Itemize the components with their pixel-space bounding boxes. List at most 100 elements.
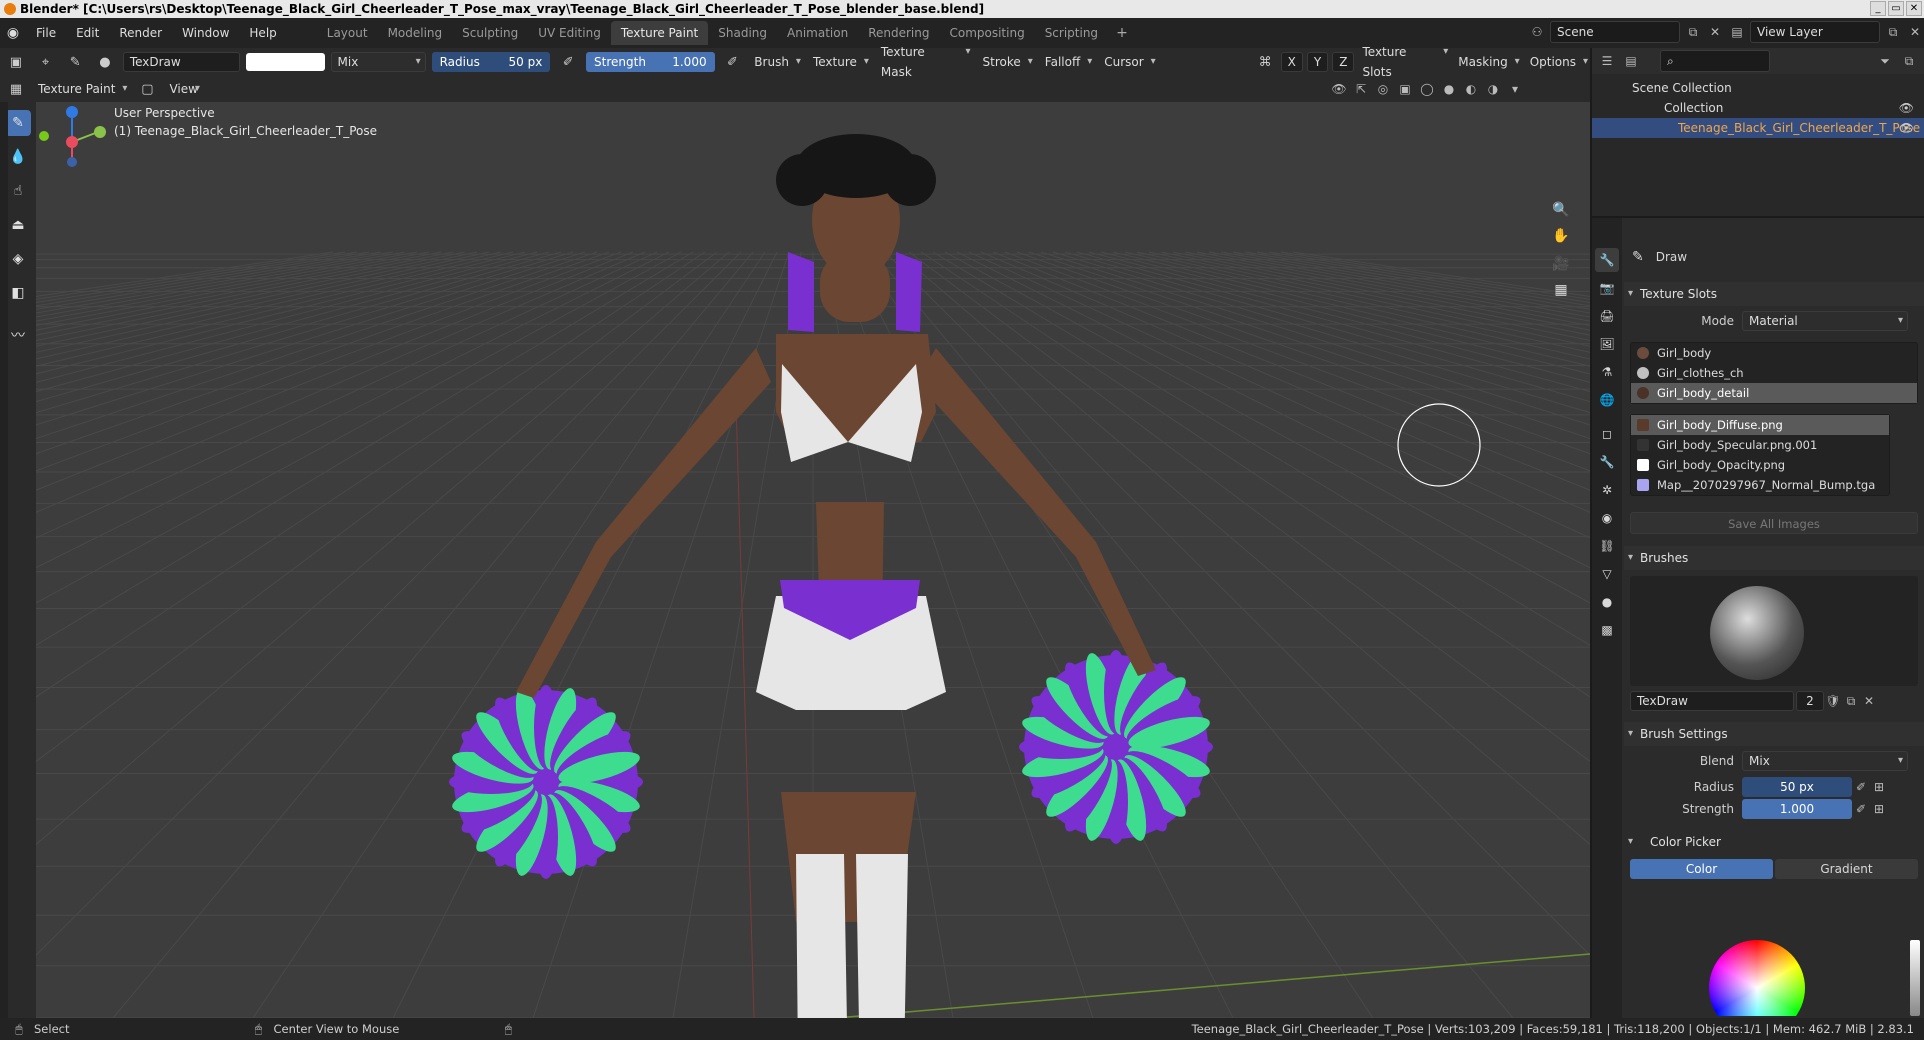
radius-slider[interactable]: Radius 50 px (431, 52, 551, 72)
ortho-grid-icon[interactable]: ▦ (1548, 278, 1574, 302)
texture-slots-panel-header[interactable]: Texture Slots (1624, 282, 1924, 306)
menu-help[interactable]: Help (239, 18, 286, 48)
fake-user-shield-icon[interactable]: 🛡 (1824, 692, 1842, 710)
tool-tab-icon[interactable]: 🔧 (1595, 248, 1619, 272)
outliner-collection[interactable]: Collection 👁 (1592, 98, 1924, 118)
brush-users-count[interactable]: 2 (1796, 691, 1824, 711)
scene-icon[interactable]: ⚇ (1528, 23, 1546, 41)
value-slider[interactable] (1910, 940, 1920, 1016)
outliner-editor-icon[interactable]: ☰ (1598, 52, 1616, 70)
image-slot-item-selected[interactable]: Girl_body_Diffuse.png (1631, 415, 1889, 435)
draw-tool-button[interactable]: ✎ (5, 110, 31, 136)
navigation-gizmo[interactable] (36, 102, 106, 182)
image-slot-item[interactable]: Girl_body_Opacity.png (1631, 455, 1889, 475)
view-layer-tab-icon[interactable]: 🖼 (1595, 332, 1619, 356)
texture-menu[interactable]: Texture (809, 52, 871, 72)
object-tab-icon[interactable]: ◻ (1595, 422, 1619, 446)
radius-unit-icon[interactable]: ⊞ (1870, 778, 1888, 796)
overlay-toggle-icon[interactable]: ◎ (1374, 80, 1392, 98)
outliner-scene-collection[interactable]: Scene Collection (1592, 78, 1924, 98)
mode-dropdown[interactable]: Texture Paint (34, 79, 129, 99)
view-layer-icon[interactable]: ▤ (1728, 23, 1746, 41)
render-tab-icon[interactable]: 📷 (1595, 276, 1619, 300)
smear-tool-button[interactable]: ☝ (5, 178, 31, 204)
material-slot-item-selected[interactable]: Girl_body_detail (1631, 383, 1917, 403)
strength-slider-props[interactable]: 1.000 (1742, 799, 1852, 819)
output-tab-icon[interactable]: 🖨 (1595, 304, 1619, 328)
brush-color-swatch[interactable] (245, 53, 325, 71)
fill-tool-button[interactable]: ◈ (5, 246, 31, 272)
masking-menu[interactable]: Masking (1454, 52, 1521, 72)
zoom-icon[interactable]: 🔍 (1548, 198, 1574, 222)
blender-menu-icon[interactable]: ◉ (0, 18, 26, 48)
display-mode-icon[interactable]: ▤ (1622, 52, 1640, 70)
view-menu[interactable]: View (165, 79, 201, 99)
outliner-search-input[interactable]: ⌕ (1660, 50, 1770, 72)
tab-uv-editing[interactable]: UV Editing (528, 21, 611, 45)
brush-menu[interactable]: Brush (750, 52, 803, 72)
material-slot-item[interactable]: Girl_body (1631, 343, 1917, 363)
gizmo-toggle-icon[interactable]: ⇱ (1352, 80, 1370, 98)
3d-viewport[interactable]: User Perspective (1) Teenage_Black_Girl_… (36, 102, 1590, 1018)
unlink-brush-icon[interactable]: ✕ (1860, 692, 1878, 710)
tab-texture-paint[interactable]: Texture Paint (610, 21, 709, 45)
tab-layout[interactable]: Layout (317, 21, 378, 45)
view-layer-field[interactable]: View Layer (1750, 21, 1880, 43)
close-button[interactable]: ✕ (1906, 1, 1922, 16)
stroke-menu[interactable]: Stroke (979, 52, 1035, 72)
duplicate-brush-icon[interactable]: ⧉ (1842, 692, 1860, 710)
physics-tab-icon[interactable]: ◉ (1595, 506, 1619, 530)
axis-z-toggle[interactable]: Z (1332, 52, 1355, 72)
image-slot-item[interactable]: Map__2070297967_Normal_Bump.tga (1631, 475, 1889, 495)
annotate-tool-button[interactable]: 〰 (5, 322, 31, 348)
new-collection-icon[interactable]: ⧉ (1900, 52, 1918, 70)
strength-pressure-icon-props[interactable]: ✐ (1852, 800, 1870, 818)
gradient-tab[interactable]: Gradient (1775, 859, 1918, 879)
strength-pressure-icon[interactable]: ✐ (721, 51, 745, 73)
tab-animation[interactable]: Animation (777, 21, 858, 45)
xray-toggle-icon[interactable]: ▣ (1396, 80, 1414, 98)
brush-preview-box[interactable] (1630, 576, 1918, 686)
modifier-tab-icon[interactable]: 🔧 (1595, 450, 1619, 474)
image-slot-item[interactable]: Girl_body_Specular.png.001 (1631, 435, 1889, 455)
object-eye-icon[interactable]: 👁 (1899, 118, 1914, 138)
minimize-button[interactable]: _ (1870, 1, 1886, 16)
radius-pressure-icon-props[interactable]: ✐ (1852, 778, 1870, 796)
editor-type-icon[interactable]: ▣ (4, 51, 28, 73)
delete-view-layer-icon[interactable]: ✕ (1906, 23, 1924, 41)
tab-shading[interactable]: Shading (708, 21, 777, 45)
strength-unit-icon[interactable]: ⊞ (1870, 800, 1888, 818)
scene-tab-icon[interactable]: ⚗ (1595, 360, 1619, 384)
add-workspace-icon[interactable]: + (1108, 25, 1136, 41)
material-slot-item[interactable]: Girl_clothes_ch (1631, 363, 1917, 383)
outliner-object-row[interactable]: Teenage_Black_Girl_Cheerleader_T_Pose 👁 (1592, 118, 1924, 138)
constraints-tab-icon[interactable]: ⛓ (1595, 534, 1619, 558)
axis-y-toggle[interactable]: Y (1306, 52, 1329, 72)
mask-tool-button[interactable]: ◧ (5, 280, 31, 306)
pan-hand-icon[interactable]: ✋ (1548, 224, 1574, 248)
brush-datablock-name[interactable]: TexDraw (1630, 691, 1794, 711)
new-view-layer-icon[interactable]: ⧉ (1884, 23, 1902, 41)
wireframe-shading-icon[interactable]: ◯ (1418, 80, 1436, 98)
particles-tab-icon[interactable]: ✲ (1595, 478, 1619, 502)
falloff-menu[interactable]: Falloff (1041, 52, 1094, 72)
soften-tool-button[interactable]: 💧 (5, 144, 31, 170)
tab-modeling[interactable]: Modeling (378, 21, 453, 45)
tab-scripting[interactable]: Scripting (1035, 21, 1108, 45)
clone-tool-button[interactable]: ⏏ (5, 212, 31, 238)
options-menu[interactable]: Options (1526, 52, 1590, 72)
strength-slider[interactable]: Strength 1.000 (586, 52, 715, 72)
collection-eye-icon[interactable]: 👁 (1899, 98, 1914, 118)
menu-window[interactable]: Window (172, 18, 239, 48)
menu-file[interactable]: File (26, 18, 66, 48)
brush-name-field[interactable]: TexDraw (122, 52, 240, 72)
color-wheel[interactable] (1709, 940, 1805, 1016)
mode-dropdown-props[interactable]: Material (1742, 311, 1908, 331)
scene-name-field[interactable]: Scene (1550, 21, 1680, 43)
texture-tab-icon[interactable]: ▩ (1595, 618, 1619, 642)
blend-dropdown-props[interactable]: Mix (1742, 751, 1908, 771)
new-scene-icon[interactable]: ⧉ (1684, 23, 1702, 41)
rendered-shading-icon[interactable]: ◑ (1484, 80, 1502, 98)
brushes-panel-header[interactable]: Brushes (1624, 546, 1924, 570)
save-all-images-button[interactable]: Save All Images (1630, 512, 1918, 534)
